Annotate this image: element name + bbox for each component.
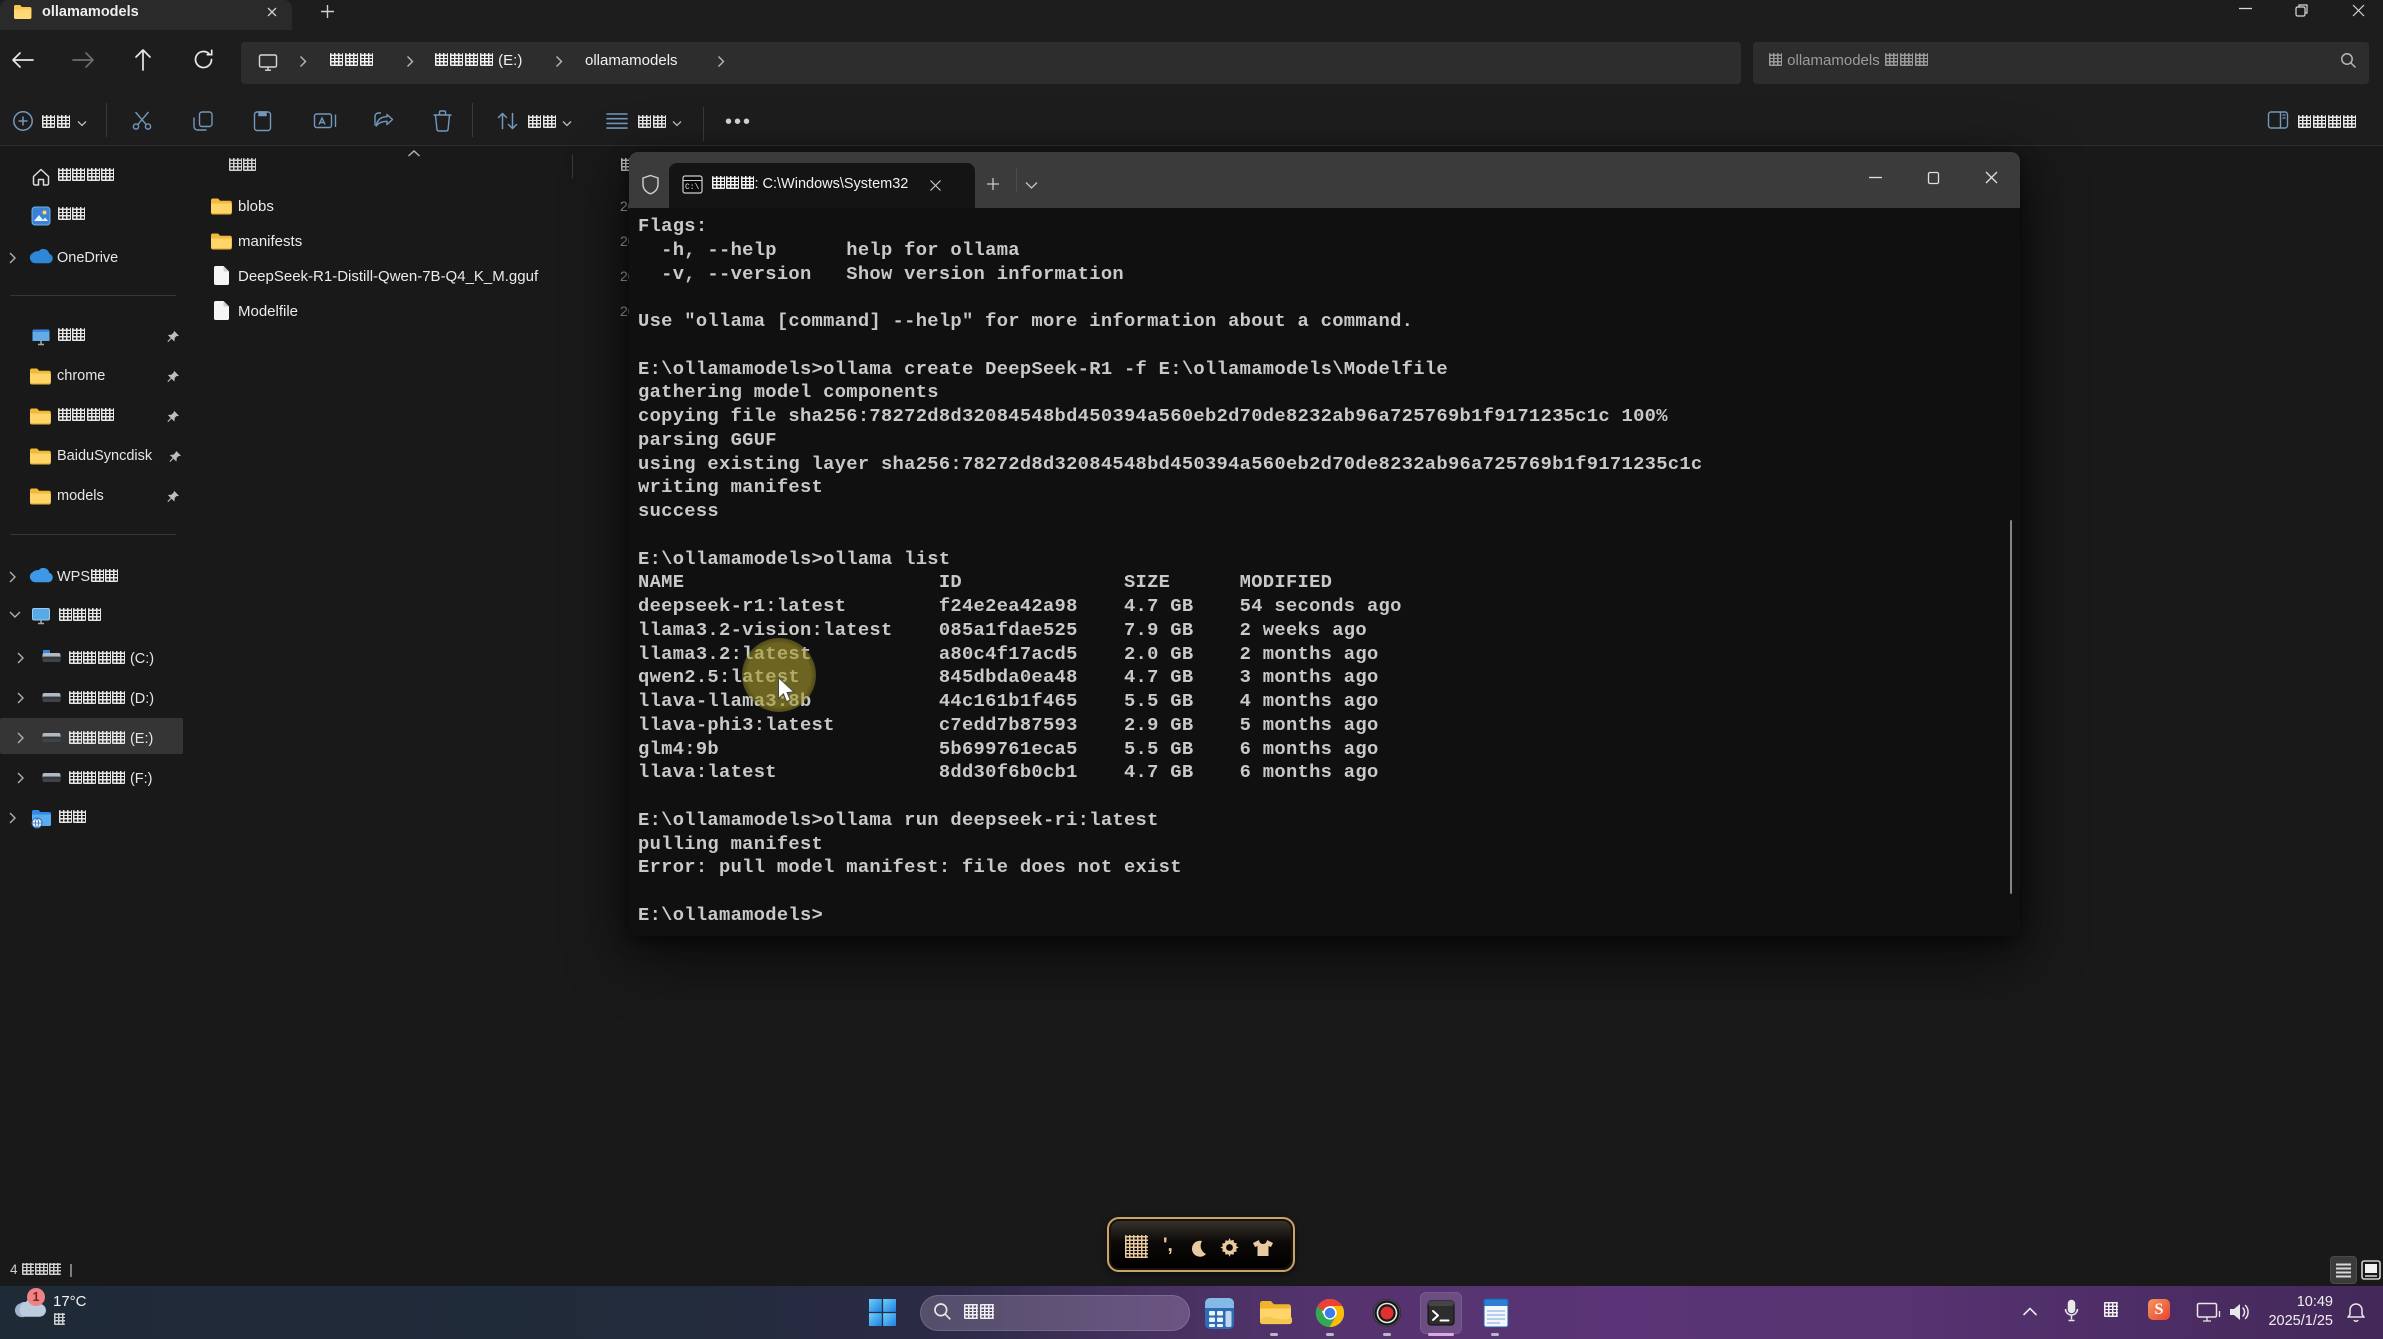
svg-text:C:\: C:\ [685, 183, 700, 192]
